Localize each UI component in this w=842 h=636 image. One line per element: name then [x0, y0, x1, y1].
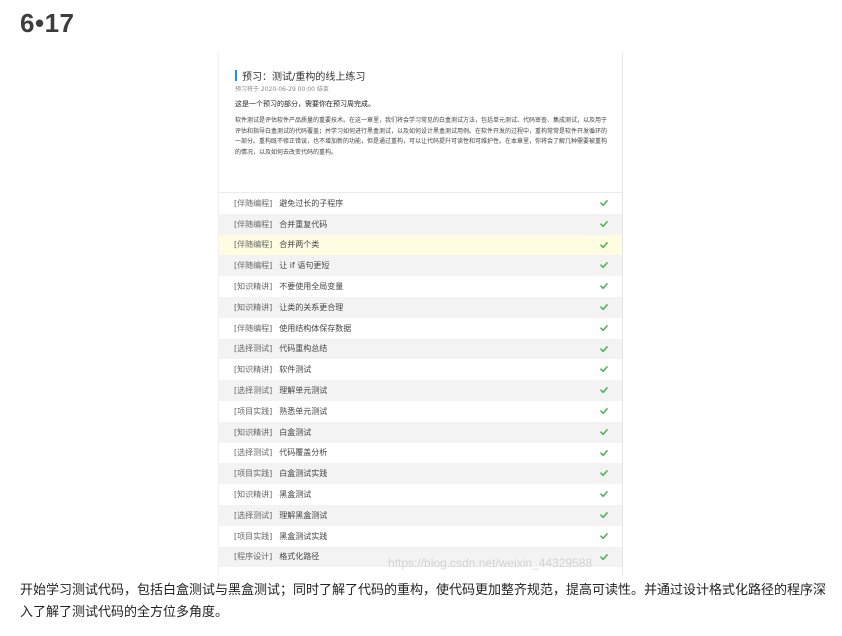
task-name[interactable]: 不要使用全局变量 — [279, 281, 343, 292]
check-icon — [600, 449, 608, 456]
task-name[interactable]: 理解单元测试 — [279, 385, 327, 396]
check-icon — [600, 200, 608, 207]
task-row[interactable]: [知识精讲] 不要使用全局变量 — [219, 276, 622, 297]
task-category: [选择测试] — [234, 448, 273, 458]
task-row[interactable]: [选择测试] 理解单元测试 — [219, 380, 622, 401]
check-icon — [600, 283, 608, 290]
check-icon — [600, 262, 608, 269]
task-category: [知识精讲] — [234, 365, 273, 375]
notice-text: 这是一个预习的部分，需要你在预习周完成。 — [235, 100, 375, 108]
check-icon — [600, 532, 608, 539]
task-name[interactable]: 让类的关系更合理 — [279, 302, 343, 313]
task-category: [知识精讲] — [234, 427, 273, 437]
check-icon — [600, 553, 608, 560]
task-name[interactable]: 格式化路径 — [279, 551, 319, 562]
task-category: [知识精讲] — [234, 302, 273, 312]
task-category: [伴随编程] — [234, 261, 273, 271]
check-icon — [600, 491, 608, 498]
task-category: [伴随编程] — [234, 198, 273, 208]
task-category: [选择测试] — [234, 510, 273, 520]
check-icon — [600, 428, 608, 435]
section-title-row: 预习：测试/重构的线上练习 — [235, 69, 366, 83]
task-category: [知识精讲] — [234, 490, 273, 500]
title-accent-bar — [235, 69, 237, 81]
task-row[interactable]: [选择测试] 代码覆盖分析 — [219, 442, 622, 464]
section-description: 软件测试是评估软件产品质量的重要技术。在这一章里，我们将会学习常见的白盒测试方法… — [235, 117, 608, 156]
task-category: [程序设计] — [234, 552, 273, 562]
task-name[interactable]: 代码覆盖分析 — [279, 447, 327, 458]
task-name[interactable]: 让 if 语句更短 — [279, 260, 329, 271]
task-name[interactable]: 理解黑盒测试 — [279, 510, 327, 521]
check-icon — [600, 304, 608, 311]
check-icon — [600, 408, 608, 415]
task-row[interactable]: [知识精讲] 黑盒测试 — [219, 484, 622, 505]
task-row[interactable]: [伴随编程] 合并重复代码 — [219, 213, 622, 235]
task-category: [项目实践] — [234, 406, 273, 416]
task-row[interactable]: [项目实践] 白盒测试实践 — [219, 463, 622, 485]
check-icon — [600, 345, 608, 352]
check-icon — [600, 511, 608, 519]
task-row[interactable]: [项目实践] 黑盒测试实践 — [219, 525, 622, 547]
task-name[interactable]: 熟悉单元测试 — [279, 406, 327, 417]
post-heading: 6•17 — [20, 8, 75, 38]
task-row[interactable]: [选择测试] 理解黑盒测试 — [219, 504, 622, 526]
task-row[interactable]: [知识精讲] 软件测试 — [219, 359, 622, 381]
task-name[interactable]: 黑盒测试 — [279, 489, 311, 500]
task-name[interactable]: 白盒测试实践 — [279, 468, 327, 479]
task-name[interactable]: 代码重构总结 — [279, 343, 327, 354]
section-title: 预习：测试/重构的线上练习 — [242, 71, 366, 83]
task-list: [伴随编程] 避免过长的子程序 [伴随编程] 合并重复代码 [伴随编程] 合并两个类 [伴随… — [219, 192, 622, 568]
task-category: [伴随编程] — [234, 240, 273, 250]
task-name[interactable]: 白盒测试 — [279, 427, 311, 438]
task-category: [项目实践] — [234, 531, 273, 541]
task-category: [选择测试] — [234, 386, 273, 396]
course-screenshot: 预习：测试/重构的线上练习 预习将于 2020-06-29 00:00 结束 这… — [219, 53, 622, 575]
check-icon — [600, 470, 608, 477]
task-row[interactable]: [伴随编程] 让 if 语句更短 — [219, 255, 622, 277]
task-row[interactable]: [伴随编程] 避免过长的子程序 — [219, 193, 622, 214]
task-category: [知识精讲] — [234, 282, 273, 292]
task-name[interactable]: 黑盒测试实践 — [279, 531, 327, 542]
task-name[interactable]: 软件测试 — [279, 364, 311, 375]
check-icon — [600, 324, 608, 331]
task-category: [伴随编程] — [234, 219, 273, 229]
task-row[interactable]: [知识精讲] 白盒测试 — [219, 421, 622, 443]
task-category: [项目实践] — [234, 469, 273, 479]
check-icon — [600, 220, 608, 227]
post-summary: 开始学习测试代码，包括白盒测试与黑盒测试；同时了解了代码的重构，使代码更加整齐规… — [20, 583, 827, 620]
task-row[interactable]: [知识精讲] 让类的关系更合理 — [219, 296, 622, 318]
watermark: https://blog.csdn.net/weixin_44329588 — [388, 556, 593, 570]
task-name[interactable]: 使用结构体保存数据 — [279, 323, 351, 334]
task-row[interactable]: [选择测试] 代码重构总结 — [219, 338, 622, 360]
task-category: [伴随编程] — [234, 323, 273, 333]
task-row[interactable]: [伴随编程] 合并两个类 — [219, 234, 622, 256]
task-name[interactable]: 避免过长的子程序 — [279, 198, 343, 209]
task-row[interactable]: [伴随编程] 使用结构体保存数据 — [219, 317, 622, 339]
check-icon — [600, 366, 608, 373]
deadline-text: 预习将于 2020-06-29 00:00 结束 — [235, 86, 329, 93]
task-name[interactable]: 合并两个类 — [279, 239, 319, 250]
task-category: [选择测试] — [234, 344, 273, 354]
task-row[interactable]: [项目实践] 熟悉单元测试 — [219, 400, 622, 422]
check-icon — [600, 387, 608, 394]
check-icon — [600, 241, 608, 248]
task-name[interactable]: 合并重复代码 — [279, 219, 327, 230]
